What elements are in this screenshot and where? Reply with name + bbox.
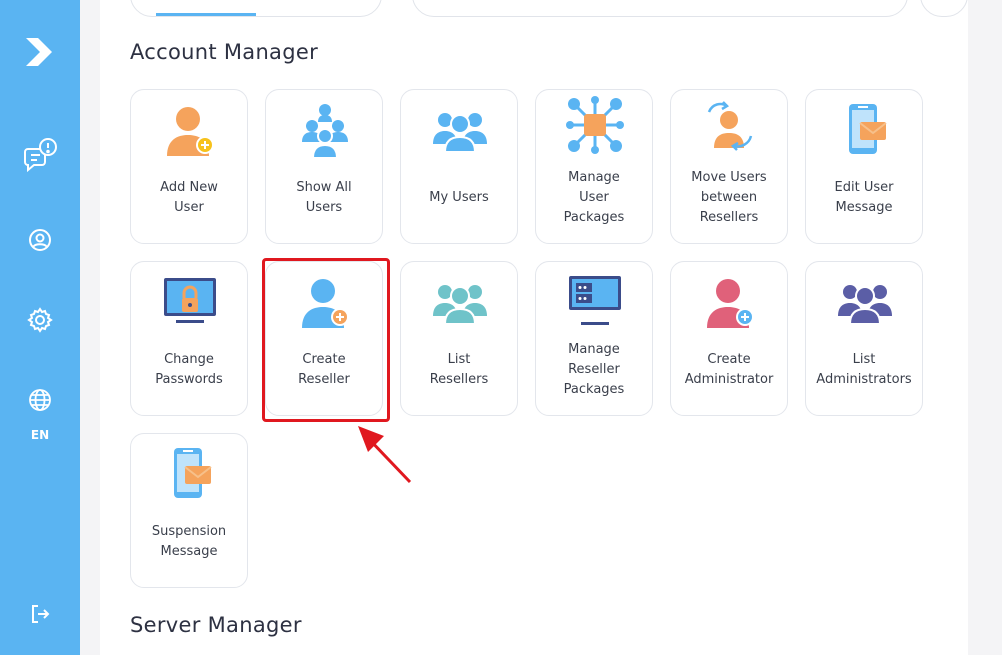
card-show-all-users[interactable]: Show All Users	[265, 89, 383, 244]
notification-chat-icon[interactable]	[20, 135, 60, 175]
section-title-server-manager: Server Manager	[130, 613, 302, 637]
move-user-icon	[707, 101, 753, 151]
card-label: Change Passwords	[155, 352, 223, 387]
package-network-icon	[566, 96, 624, 154]
globe-icon[interactable]	[20, 380, 60, 420]
card-manage-reseller-packages[interactable]: Manage Reseller Packages	[535, 261, 653, 416]
add-admin-icon	[707, 279, 754, 328]
section-title-account-manager: Account Manager	[130, 40, 319, 64]
add-user-icon	[167, 107, 214, 156]
sidebar: EN	[0, 0, 80, 655]
card-move-users-between-resellers[interactable]: Move Users between Resellers	[670, 89, 788, 244]
card-label: Show All Users	[296, 180, 352, 215]
card-label: List Administrators	[816, 352, 912, 387]
card-label: Edit User Message	[834, 180, 894, 215]
active-tab-indicator	[156, 13, 256, 16]
card-label: Create Administrator	[684, 352, 774, 387]
admins-group-icon	[838, 285, 892, 325]
monitor-lock-icon	[164, 278, 216, 323]
logo-icon[interactable]	[20, 32, 60, 72]
phone-message-icon	[849, 104, 887, 154]
highlight-box	[262, 258, 390, 422]
card-create-administrator[interactable]: Create Administrator	[670, 261, 788, 416]
all-users-icon	[302, 104, 348, 159]
card-change-passwords[interactable]: Change Passwords	[130, 261, 248, 416]
monitor-server-icon	[569, 276, 621, 325]
settings-gear-icon[interactable]	[20, 300, 60, 340]
card-label: Manage User Packages	[563, 170, 625, 225]
resellers-group-icon	[433, 285, 487, 325]
card-add-new-user[interactable]: Add New User	[130, 89, 248, 244]
card-label: My Users	[429, 190, 489, 205]
scroll-gutter	[968, 0, 1002, 655]
my-users-icon	[433, 113, 487, 153]
card-label: Suspension Message	[151, 524, 227, 559]
card-edit-user-message[interactable]: Edit User Message	[805, 89, 923, 244]
logout-icon[interactable]	[20, 594, 60, 634]
card-label: Move Users between Resellers	[691, 170, 767, 225]
card-label: Add New User	[160, 180, 218, 215]
card-list-administrators[interactable]: List Administrators	[805, 261, 923, 416]
card-suspension-message[interactable]: Suspension Message	[130, 433, 248, 588]
language-label[interactable]: EN	[0, 428, 80, 442]
card-manage-user-packages[interactable]: Manage User Packages	[535, 89, 653, 244]
profile-icon[interactable]	[20, 220, 60, 260]
search-bar[interactable]	[412, 0, 908, 17]
card-label: List Resellers	[429, 352, 489, 387]
card-my-users[interactable]: My Users	[400, 89, 518, 244]
annotation-arrow-icon	[358, 426, 412, 484]
card-list-resellers[interactable]: List Resellers	[400, 261, 518, 416]
phone-message-icon	[174, 448, 212, 498]
card-label: Manage Reseller Packages	[563, 342, 625, 397]
